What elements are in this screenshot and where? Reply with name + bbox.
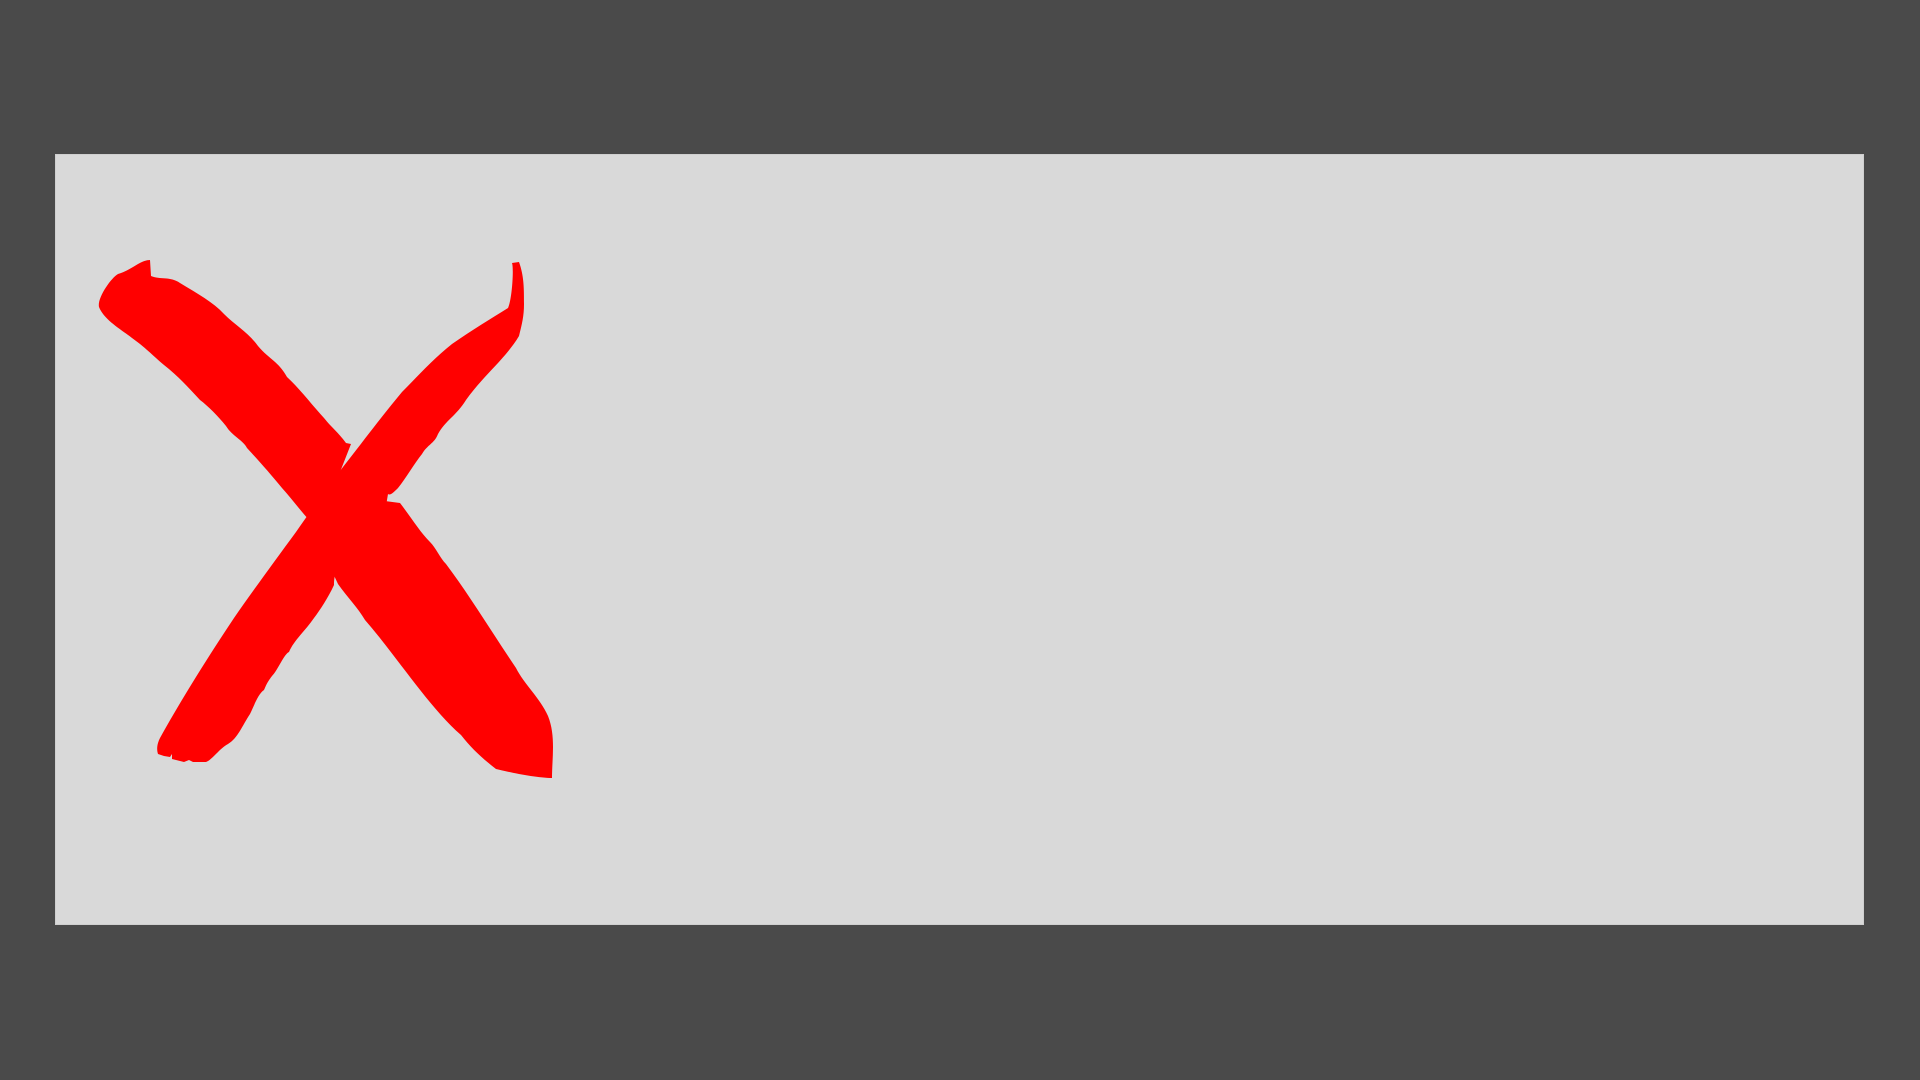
red-x-cross-icon (88, 258, 558, 788)
x-stroke-descending (98, 260, 352, 520)
red-x-cross-icon-svg (98, 260, 553, 778)
screen-background (0, 0, 1920, 1080)
